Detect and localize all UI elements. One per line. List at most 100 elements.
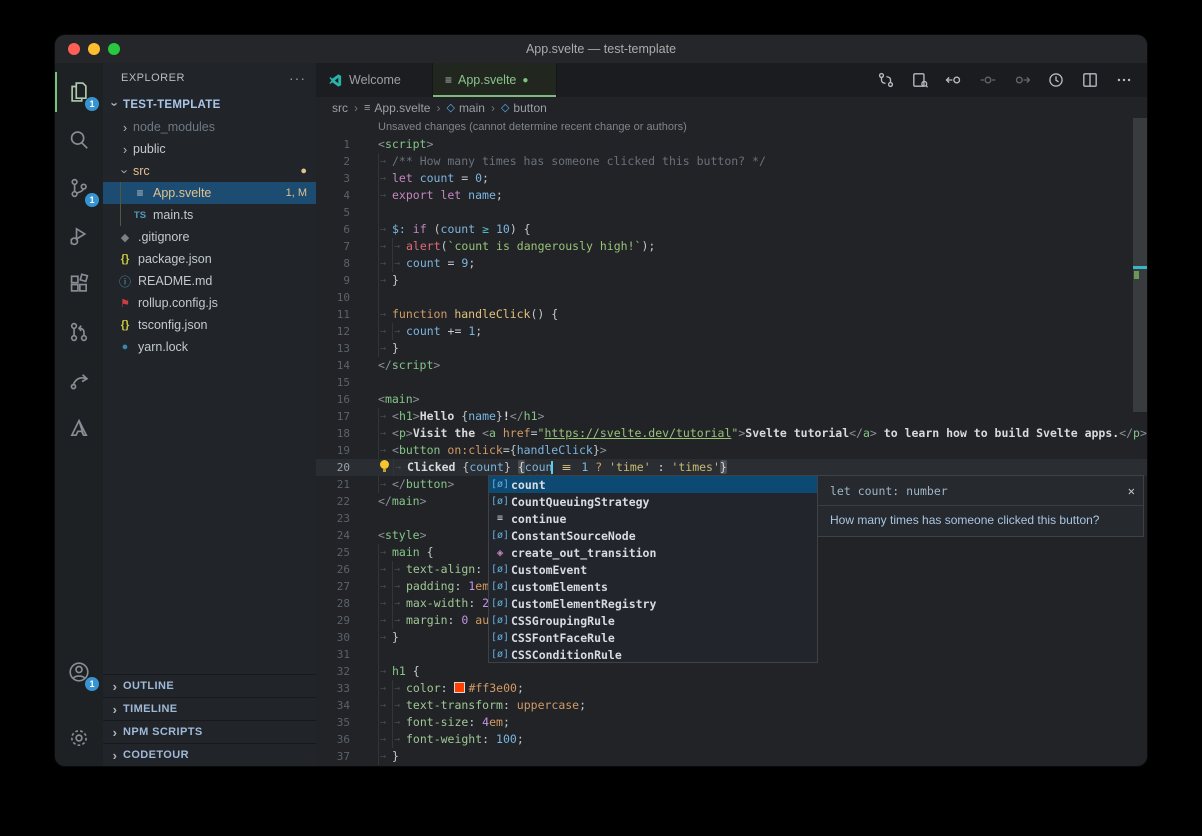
lightbulb-icon[interactable] [378, 459, 393, 474]
more-actions-button[interactable] [1115, 71, 1133, 89]
symbol-variable-icon: [ø] [489, 530, 511, 541]
code-line-6[interactable]: 6→$: if (count ≥ 10) { [316, 221, 1147, 238]
code-lines: 1<script>2→/** How many times has someon… [316, 136, 1147, 765]
open-changes-button[interactable] [877, 71, 895, 89]
code-line-13[interactable]: 13→} [316, 340, 1147, 357]
code-line-37[interactable]: 37→} [316, 748, 1147, 765]
code-line-4[interactable]: 4→export let name; [316, 187, 1147, 204]
activity-live-share[interactable] [55, 356, 103, 404]
code-line-10[interactable]: 10 [316, 289, 1147, 306]
code-line-34[interactable]: 34→→text-transform: uppercase; [316, 697, 1147, 714]
sidebar-section-outline[interactable]: ›OUTLINE [103, 674, 316, 697]
next-change-button[interactable] [1013, 71, 1031, 89]
suggestion-CountQueuingStrategy[interactable]: [ø]CountQueuingStrategy [489, 493, 817, 510]
activity-azure[interactable] [55, 404, 103, 452]
code-line-15[interactable]: 15 [316, 374, 1147, 391]
project-root-item[interactable]: › TEST-TEMPLATE [103, 93, 316, 116]
code-line-17[interactable]: 17→<h1>Hello {name}!</h1> [316, 408, 1147, 425]
breadcrumb-item-App.svelte[interactable]: ≡App.svelte [364, 101, 430, 115]
suggestion-customElements[interactable]: [ø]customElements [489, 578, 817, 595]
file-tree: ›node_modules›public›src●≡App.svelte1, M… [103, 116, 316, 358]
code-line-36[interactable]: 36→→font-weight: 100; [316, 731, 1147, 748]
suggestion-CustomElementRegistry[interactable]: [ø]CustomElementRegistry [489, 595, 817, 612]
code-line-2[interactable]: 2→/** How many times has someone clicked… [316, 153, 1147, 170]
gutter-indicator-icon[interactable] [979, 71, 997, 89]
sidebar: EXPLORER ··· › TEST-TEMPLATE ›node_modul… [103, 63, 316, 766]
symbol-variable-icon: [ø] [489, 598, 511, 609]
code-editor[interactable]: Unsaved changes (cannot determine recent… [316, 118, 1147, 766]
activity-explorer[interactable]: 1 [55, 68, 103, 116]
suggestion-create_out_transition[interactable]: ◈create_out_transition [489, 544, 817, 561]
activity-run-debug[interactable] [55, 212, 103, 260]
overview-scrollbar[interactable] [1133, 118, 1147, 412]
tree-item-.gitignore[interactable]: ◆.gitignore [103, 226, 316, 248]
breadcrumb-item-main[interactable]: ◇main [446, 101, 484, 115]
info-file-icon: ⓘ [117, 273, 133, 290]
tab-welcome[interactable]: Welcome [316, 63, 433, 97]
suggestion-CSSFontFaceRule[interactable]: [ø]CSSFontFaceRule [489, 629, 817, 646]
code-line-16[interactable]: 16<main> [316, 391, 1147, 408]
symbol-variable-icon: [ø] [489, 479, 511, 490]
code-line-32[interactable]: 32→h1 { [316, 663, 1147, 680]
timeline-button[interactable] [1047, 71, 1065, 89]
file-label: App.svelte [153, 186, 282, 200]
activity-source-control[interactable]: 1 [55, 164, 103, 212]
code-line-35[interactable]: 35→→font-size: 4em; [316, 714, 1147, 731]
tree-item-rollup.config.js[interactable]: ⚑rollup.config.js [103, 292, 316, 314]
symbol-keyword-icon: ≡ [489, 513, 511, 524]
code-line-18[interactable]: 18→<p>Visit the <a href="https://svelte.… [316, 425, 1147, 442]
code-line-8[interactable]: 8→→count = 9; [316, 255, 1147, 272]
tree-item-public[interactable]: ›public [103, 138, 316, 160]
code-line-5[interactable]: 5 [316, 204, 1147, 221]
code-line-9[interactable]: 9→} [316, 272, 1147, 289]
breadcrumb-item-src[interactable]: src [332, 101, 348, 115]
close-icon[interactable]: ✕ [1128, 484, 1135, 498]
explorer-more-actions[interactable]: ··· [289, 70, 306, 86]
tree-item-package.json[interactable]: {}package.json [103, 248, 316, 270]
suggestion-CustomEvent[interactable]: [ø]CustomEvent [489, 561, 817, 578]
split-editor-button[interactable] [1081, 71, 1099, 89]
code-line-33[interactable]: 33→→color: #ff3e00; [316, 680, 1147, 697]
sidebar-section-npm-scripts[interactable]: ›NPM SCRIPTS [103, 720, 316, 743]
code-line-20[interactable]: 20→Clicked {count} {coun ≡ 1 ? 'time' : … [316, 459, 1147, 476]
tree-item-main.ts[interactable]: TSmain.ts [103, 204, 316, 226]
suggestion-ConstantSourceNode[interactable]: [ø]ConstantSourceNode [489, 527, 817, 544]
run-debug-icon [68, 225, 90, 247]
color-swatch[interactable] [454, 682, 465, 693]
tab-app-svelte[interactable]: ≡ App.svelte ● [433, 63, 557, 97]
suggestion-continue[interactable]: ≡continue [489, 510, 817, 527]
file-label: package.json [138, 252, 316, 266]
tree-item-node_modules[interactable]: ›node_modules [103, 116, 316, 138]
git-status-badge: ● [300, 165, 307, 177]
tree-item-src[interactable]: ›src● [103, 160, 316, 182]
code-line-7[interactable]: 7→→alert(`count is dangerously high!`); [316, 238, 1147, 255]
tree-item-App.svelte[interactable]: ≡App.svelte1, M [103, 182, 316, 204]
code-line-19[interactable]: 19→<button on:click={handleClick}> [316, 442, 1147, 459]
svelte-file-icon: ≡ [445, 73, 452, 87]
tree-item-README.md[interactable]: ⓘREADME.md [103, 270, 316, 292]
tree-item-yarn.lock[interactable]: ●yarn.lock [103, 336, 316, 358]
suggestion-count[interactable]: [ø]count [489, 476, 817, 493]
activity-github-pull-requests[interactable] [55, 308, 103, 356]
suggestion-CSSGroupingRule[interactable]: [ø]CSSGroupingRule [489, 612, 817, 629]
activity-extensions[interactable] [55, 260, 103, 308]
sidebar-section-codetour[interactable]: ›CODETOUR [103, 743, 316, 766]
code-line-14[interactable]: 14</script> [316, 357, 1147, 374]
code-line-11[interactable]: 11→function handleClick() { [316, 306, 1147, 323]
open-preview-button[interactable] [911, 71, 929, 89]
sidebar-section-timeline[interactable]: ›TIMELINE [103, 697, 316, 720]
activity-search[interactable] [55, 116, 103, 164]
activity-accounts[interactable]: 1 [55, 648, 103, 696]
titlebar[interactable]: App.svelte — test-template [55, 35, 1147, 63]
tab-bar: Welcome ≡ App.svelte ● [316, 63, 1147, 97]
scroll-marker-change [1134, 271, 1139, 279]
breadcrumb-item-button[interactable]: ◇button [501, 101, 547, 115]
previous-change-button[interactable] [945, 71, 963, 89]
suggestion-CSSConditionRule[interactable]: [ø]CSSConditionRule [489, 646, 817, 663]
editor-actions [877, 63, 1147, 97]
activity-settings[interactable] [55, 714, 103, 762]
code-line-3[interactable]: 3→let count = 0; [316, 170, 1147, 187]
code-line-1[interactable]: 1<script> [316, 136, 1147, 153]
tree-item-tsconfig.json[interactable]: {}tsconfig.json [103, 314, 316, 336]
code-line-12[interactable]: 12→→count += 1; [316, 323, 1147, 340]
